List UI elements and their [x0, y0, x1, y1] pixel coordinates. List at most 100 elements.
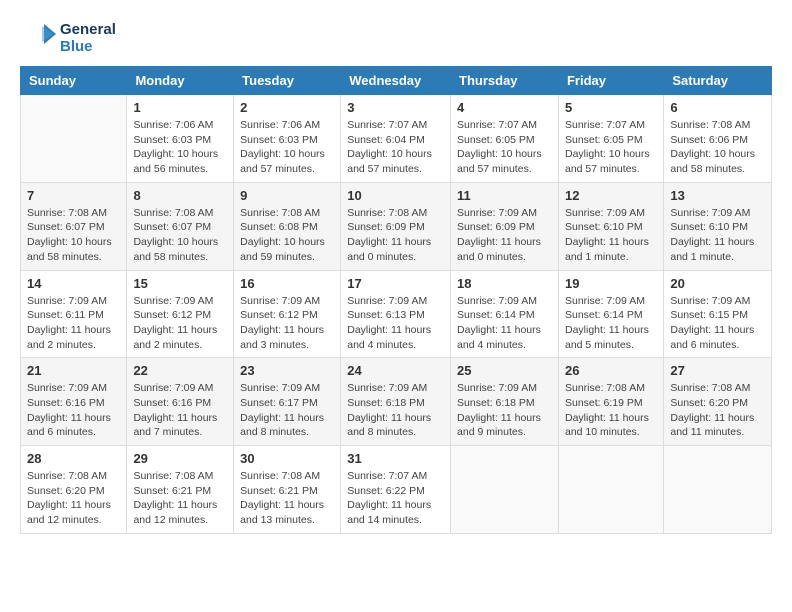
day-info: Sunrise: 7:08 AMSunset: 6:08 PMDaylight:…	[240, 206, 334, 265]
calendar-cell: 26Sunrise: 7:08 AMSunset: 6:19 PMDayligh…	[558, 358, 663, 446]
calendar-cell: 4Sunrise: 7:07 AMSunset: 6:05 PMDaylight…	[451, 95, 559, 183]
day-number: 24	[347, 363, 444, 378]
week-row-4: 21Sunrise: 7:09 AMSunset: 6:16 PMDayligh…	[21, 358, 772, 446]
day-number: 13	[670, 188, 765, 203]
week-row-2: 7 Sunrise: 7:08 AMSunset: 6:07 PMDaylight…	[21, 182, 772, 270]
calendar-cell: 25 Sunrise: 7:09 AMSunset: 6:18 PMDayligh…	[451, 358, 559, 446]
day-number: 20	[670, 276, 765, 291]
day-number: 7	[27, 188, 120, 203]
day-number: 9	[240, 188, 334, 203]
day-number: 5	[565, 100, 657, 115]
calendar-cell: 24 Sunrise: 7:09 AMSunset: 6:18 PMDayligh…	[341, 358, 451, 446]
day-info: Sunrise: 7:09 AMSunset: 6:18 PMDaylight:…	[347, 381, 444, 440]
week-row-3: 14Sunrise: 7:09 AMSunset: 6:11 PMDayligh…	[21, 270, 772, 358]
day-info: Sunrise: 7:08 AMSunset: 6:07 PMDaylight:…	[133, 206, 227, 265]
calendar-cell: 8 Sunrise: 7:08 AMSunset: 6:07 PMDaylight…	[127, 182, 234, 270]
calendar-cell: 31 Sunrise: 7:07 AMSunset: 6:22 PMDayligh…	[341, 446, 451, 534]
day-number: 29	[133, 451, 227, 466]
calendar-cell: 30 Sunrise: 7:08 AMSunset: 6:21 PMDayligh…	[234, 446, 341, 534]
calendar-cell	[558, 446, 663, 534]
day-info: Sunrise: 7:06 AMSunset: 6:03 PMDaylight:…	[133, 118, 227, 177]
day-info: Sunrise: 7:09 AMSunset: 6:12 PMDaylight:…	[133, 294, 227, 353]
calendar-cell: 1 Sunrise: 7:06 AMSunset: 6:03 PMDaylight…	[127, 95, 234, 183]
logo-container: General Blue	[20, 20, 116, 56]
day-info: Sunrise: 7:08 AMSunset: 6:21 PMDaylight:…	[133, 469, 227, 528]
day-number: 12	[565, 188, 657, 203]
calendar-cell: 15 Sunrise: 7:09 AMSunset: 6:12 PMDayligh…	[127, 270, 234, 358]
calendar-cell: 23Sunrise: 7:09 AMSunset: 6:17 PMDayligh…	[234, 358, 341, 446]
day-number: 25	[457, 363, 552, 378]
day-info: Sunrise: 7:09 AMSunset: 6:12 PMDaylight:…	[240, 294, 334, 353]
calendar-cell: 29 Sunrise: 7:08 AMSunset: 6:21 PMDayligh…	[127, 446, 234, 534]
day-info: Sunrise: 7:09 AMSunset: 6:09 PMDaylight:…	[457, 206, 552, 265]
calendar-cell: 9 Sunrise: 7:08 AMSunset: 6:08 PMDaylight…	[234, 182, 341, 270]
calendar-cell: 5Sunrise: 7:07 AMSunset: 6:05 PMDaylight…	[558, 95, 663, 183]
calendar-cell: 6 Sunrise: 7:08 AMSunset: 6:06 PMDaylight…	[664, 95, 772, 183]
day-info: Sunrise: 7:09 AMSunset: 6:10 PMDaylight:…	[565, 206, 657, 265]
day-number: 8	[133, 188, 227, 203]
day-info: Sunrise: 7:09 AMSunset: 6:14 PMDaylight:…	[565, 294, 657, 353]
week-row-5: 28Sunrise: 7:08 AMSunset: 6:20 PMDayligh…	[21, 446, 772, 534]
weekday-header-wednesday: Wednesday	[341, 67, 451, 95]
weekday-header-friday: Friday	[558, 67, 663, 95]
day-number: 6	[670, 100, 765, 115]
logo: General Blue	[20, 20, 116, 56]
day-info: Sunrise: 7:09 AMSunset: 6:13 PMDaylight:…	[347, 294, 444, 353]
day-info: Sunrise: 7:08 AMSunset: 6:20 PMDaylight:…	[670, 381, 765, 440]
calendar-table: SundayMondayTuesdayWednesdayThursdayFrid…	[20, 66, 772, 534]
logo-general: General	[60, 21, 116, 38]
day-info: Sunrise: 7:08 AMSunset: 6:09 PMDaylight:…	[347, 206, 444, 265]
day-info: Sunrise: 7:09 AMSunset: 6:16 PMDaylight:…	[27, 381, 120, 440]
day-info: Sunrise: 7:09 AMSunset: 6:15 PMDaylight:…	[670, 294, 765, 353]
day-number: 31	[347, 451, 444, 466]
day-info: Sunrise: 7:09 AMSunset: 6:10 PMDaylight:…	[670, 206, 765, 265]
calendar-cell: 14Sunrise: 7:09 AMSunset: 6:11 PMDayligh…	[21, 270, 127, 358]
day-info: Sunrise: 7:08 AMSunset: 6:07 PMDaylight:…	[27, 206, 120, 265]
day-number: 11	[457, 188, 552, 203]
weekday-header-thursday: Thursday	[451, 67, 559, 95]
day-number: 10	[347, 188, 444, 203]
day-info: Sunrise: 7:07 AMSunset: 6:04 PMDaylight:…	[347, 118, 444, 177]
calendar-cell: 21Sunrise: 7:09 AMSunset: 6:16 PMDayligh…	[21, 358, 127, 446]
calendar-cell: 27 Sunrise: 7:08 AMSunset: 6:20 PMDayligh…	[664, 358, 772, 446]
week-row-1: 1 Sunrise: 7:06 AMSunset: 6:03 PMDaylight…	[21, 95, 772, 183]
calendar-cell: 3 Sunrise: 7:07 AMSunset: 6:04 PMDaylight…	[341, 95, 451, 183]
day-number: 3	[347, 100, 444, 115]
calendar-cell: 19 Sunrise: 7:09 AMSunset: 6:14 PMDayligh…	[558, 270, 663, 358]
day-number: 28	[27, 451, 120, 466]
day-info: Sunrise: 7:09 AMSunset: 6:16 PMDaylight:…	[133, 381, 227, 440]
logo-blue: Blue	[60, 38, 116, 55]
day-number: 4	[457, 100, 552, 115]
day-info: Sunrise: 7:06 AMSunset: 6:03 PMDaylight:…	[240, 118, 334, 177]
day-info: Sunrise: 7:08 AMSunset: 6:06 PMDaylight:…	[670, 118, 765, 177]
day-info: Sunrise: 7:07 AMSunset: 6:22 PMDaylight:…	[347, 469, 444, 528]
day-number: 22	[133, 363, 227, 378]
calendar-cell: 10 Sunrise: 7:08 AMSunset: 6:09 PMDayligh…	[341, 182, 451, 270]
weekday-header-monday: Monday	[127, 67, 234, 95]
day-info: Sunrise: 7:08 AMSunset: 6:21 PMDaylight:…	[240, 469, 334, 528]
day-number: 30	[240, 451, 334, 466]
day-number: 17	[347, 276, 444, 291]
calendar-cell: 13 Sunrise: 7:09 AMSunset: 6:10 PMDayligh…	[664, 182, 772, 270]
weekday-header-sunday: Sunday	[21, 67, 127, 95]
calendar-cell: 16 Sunrise: 7:09 AMSunset: 6:12 PMDayligh…	[234, 270, 341, 358]
calendar-cell: 22 Sunrise: 7:09 AMSunset: 6:16 PMDayligh…	[127, 358, 234, 446]
weekday-header-row: SundayMondayTuesdayWednesdayThursdayFrid…	[21, 67, 772, 95]
day-number: 19	[565, 276, 657, 291]
calendar-cell: 20 Sunrise: 7:09 AMSunset: 6:15 PMDayligh…	[664, 270, 772, 358]
weekday-header-tuesday: Tuesday	[234, 67, 341, 95]
day-info: Sunrise: 7:08 AMSunset: 6:19 PMDaylight:…	[565, 381, 657, 440]
day-number: 1	[133, 100, 227, 115]
day-info: Sunrise: 7:09 AMSunset: 6:18 PMDaylight:…	[457, 381, 552, 440]
day-info: Sunrise: 7:09 AMSunset: 6:11 PMDaylight:…	[27, 294, 120, 353]
day-number: 2	[240, 100, 334, 115]
day-number: 15	[133, 276, 227, 291]
day-number: 27	[670, 363, 765, 378]
calendar-cell	[664, 446, 772, 534]
day-number: 16	[240, 276, 334, 291]
calendar-cell	[451, 446, 559, 534]
calendar-cell: 28Sunrise: 7:08 AMSunset: 6:20 PMDayligh…	[21, 446, 127, 534]
calendar-cell: 12 Sunrise: 7:09 AMSunset: 6:10 PMDayligh…	[558, 182, 663, 270]
calendar-cell: 11 Sunrise: 7:09 AMSunset: 6:09 PMDayligh…	[451, 182, 559, 270]
logo-svg	[20, 20, 56, 56]
